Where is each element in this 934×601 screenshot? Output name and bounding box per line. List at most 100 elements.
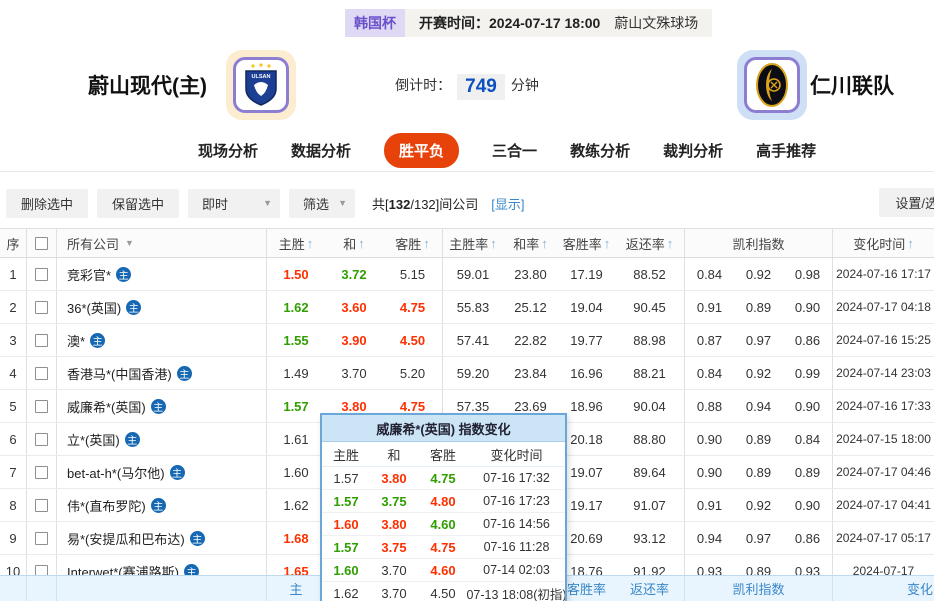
chevron-down-icon: ▼ <box>263 198 272 208</box>
home-team-marker-icon: 主 <box>116 267 131 282</box>
countdown-unit: 分钟 <box>511 77 539 93</box>
sort-asc-icon: ↑ <box>541 236 548 251</box>
popup-history-row: 1.623.704.50 07-13 18:08(初指) <box>322 582 565 601</box>
tab-item[interactable]: 裁判分析 <box>663 140 723 161</box>
row-checkbox[interactable] <box>35 433 48 446</box>
chevron-down-icon: ▼ <box>338 198 347 208</box>
incheon-crest-icon <box>755 63 789 107</box>
row-checkbox[interactable] <box>35 367 48 380</box>
kelly-values: 0.940.970.86 <box>685 522 833 554</box>
company-cell[interactable]: 36*(英国)主 <box>57 291 267 323</box>
footer-change-label[interactable]: 变化 <box>833 576 934 601</box>
table-row[interactable]: 3 澳*主 1.55 3.90 4.50 57.41 22.82 19.77 8… <box>0 324 934 357</box>
col-select-all <box>27 229 57 257</box>
away-team-logo <box>737 50 807 120</box>
venue-name: 蔚山文殊球场 <box>614 13 698 33</box>
home-team-marker-icon: 主 <box>151 399 166 414</box>
sort-asc-icon: ↑ <box>490 236 497 251</box>
league-badge[interactable]: 韩国杯 <box>345 9 405 37</box>
col-change-time[interactable]: 变化时间↑ <box>833 229 934 257</box>
popup-history-row: 1.603.804.60 07-16 14:56 <box>322 513 565 536</box>
tab-item[interactable]: 高手推荐 <box>756 140 816 161</box>
home-team-marker-icon: 主 <box>90 333 105 348</box>
tab-item[interactable]: 现场分析 <box>198 140 258 161</box>
table-toolbar: 删除选中 保留选中 即时 ▼ 筛选 ▼ 共[132/132]间公司 [显示] 设… <box>0 188 934 218</box>
company-cell[interactable]: 立*(英国)主 <box>57 423 267 455</box>
row-checkbox[interactable] <box>35 301 48 314</box>
odds-comparison-page: 韩国杯 开赛时间：2024-07-17 18:00 蔚山文殊球场 蔚山现代(主)… <box>0 0 934 601</box>
row-checkbox[interactable] <box>35 466 48 479</box>
row-checkbox[interactable] <box>35 334 48 347</box>
kelly-values: 0.840.920.99 <box>685 357 833 389</box>
home-team-marker-icon: 主 <box>177 366 192 381</box>
popup-history-row: 1.573.754.80 07-16 17:23 <box>322 490 565 513</box>
analysis-tab-bar: 现场分析 数据分析 胜平负 三合一 教练分析 裁判分析 高手推荐 <box>0 130 934 172</box>
odds-table-header: 序 所有公司▼ 主胜↑ 和↑ 客胜↑ 主胜率↑ 和率↑ 客胜率↑ 返还率↑ 凯利… <box>0 228 934 258</box>
col-draw-rate[interactable]: 和率↑ <box>503 229 558 257</box>
tab-active[interactable]: 胜平负 <box>384 133 459 168</box>
kelly-values: 0.840.920.98 <box>685 258 833 290</box>
company-cell[interactable]: 伟*(直布罗陀)主 <box>57 489 267 521</box>
row-checkbox[interactable] <box>35 400 48 413</box>
col-home-odds[interactable]: 主胜↑ <box>267 229 325 257</box>
home-team-marker-icon: 主 <box>170 465 185 480</box>
show-link[interactable]: [显示] <box>491 194 524 213</box>
company-cell[interactable]: 易*(安提瓜和巴布达)主 <box>57 522 267 554</box>
kelly-values: 0.900.890.84 <box>685 423 833 455</box>
table-row[interactable]: 2 36*(英国)主 1.62 3.60 4.75 55.83 25.12 19… <box>0 291 934 324</box>
filter-dropdown[interactable]: 筛选 ▼ <box>289 189 355 218</box>
col-company[interactable]: 所有公司▼ <box>57 229 267 257</box>
row-checkbox[interactable] <box>35 268 48 281</box>
col-draw-odds[interactable]: 和↑ <box>325 229 383 257</box>
company-cell[interactable]: 香港马*(中国香港)主 <box>57 357 267 389</box>
home-team-marker-icon: 主 <box>126 300 141 315</box>
company-cell[interactable]: bet-at-h*(马尔他)主 <box>57 456 267 488</box>
tab-item[interactable]: 教练分析 <box>570 140 630 161</box>
kelly-values: 0.910.920.90 <box>685 489 833 521</box>
home-team-marker-icon: 主 <box>125 432 140 447</box>
settings-select-button[interactable]: 设置/选 <box>879 188 934 217</box>
col-away-rate[interactable]: 客胜率↑ <box>558 229 615 257</box>
col-away-odds[interactable]: 客胜↑ <box>383 229 443 257</box>
away-team-name: 仁川联队 <box>810 70 894 100</box>
table-row[interactable]: 1 竞彩官*主 1.50 3.72 5.15 59.01 23.80 17.19… <box>0 258 934 291</box>
footer-kelly-label[interactable]: 凯利指数 <box>685 576 833 601</box>
popup-history-row: 1.603.704.60 07-14 02:03 <box>322 559 565 582</box>
countdown-label: 倒计时： <box>395 77 451 93</box>
sort-asc-icon: ↑ <box>423 236 430 251</box>
row-checkbox[interactable] <box>35 532 48 545</box>
footer-home-label[interactable]: 主 <box>267 576 325 601</box>
sort-asc-icon: ↑ <box>358 236 365 251</box>
sort-asc-icon: ↑ <box>307 236 314 251</box>
sort-asc-icon: ↑ <box>907 236 914 251</box>
kelly-values: 0.900.890.89 <box>685 456 833 488</box>
tab-item[interactable]: 三合一 <box>492 140 537 161</box>
odds-mode-select[interactable]: 即时 ▼ <box>188 189 280 218</box>
odds-mode-value: 即时 <box>202 194 228 213</box>
kelly-values: 0.910.890.90 <box>685 291 833 323</box>
filter-label: 筛选 <box>303 194 329 213</box>
company-cell[interactable]: 竞彩官*主 <box>57 258 267 290</box>
col-seq: 序 <box>0 229 27 257</box>
col-return-rate[interactable]: 返还率↑ <box>615 229 685 257</box>
company-count-shown: 132 <box>389 197 411 212</box>
kelly-values: 0.870.970.86 <box>685 324 833 356</box>
row-checkbox[interactable] <box>35 499 48 512</box>
company-cell[interactable]: 澳*主 <box>57 324 267 356</box>
kelly-values: 0.880.940.90 <box>685 390 833 422</box>
kickoff-time: 开赛时间：2024-07-17 18:00 <box>419 13 600 33</box>
footer-return-rate-label[interactable]: 返还率 <box>615 576 685 601</box>
sort-asc-icon: ↑ <box>604 236 611 251</box>
col-home-rate[interactable]: 主胜率↑ <box>443 229 503 257</box>
col-kelly: 凯利指数 <box>685 229 833 257</box>
match-info-bar: 韩国杯 开赛时间：2024-07-17 18:00 蔚山文殊球场 <box>345 9 712 37</box>
company-cell[interactable]: 威廉希*(英国)主 <box>57 390 267 422</box>
tab-item[interactable]: 数据分析 <box>291 140 351 161</box>
select-all-checkbox[interactable] <box>35 237 48 250</box>
table-row[interactable]: 4 香港马*(中国香港)主 1.49 3.70 5.20 59.20 23.84… <box>0 357 934 390</box>
home-team-marker-icon: 主 <box>190 531 205 546</box>
delete-selected-button[interactable]: 删除选中 <box>6 189 88 218</box>
keep-selected-button[interactable]: 保留选中 <box>97 189 179 218</box>
chevron-down-icon: ▼ <box>125 238 134 248</box>
sort-asc-icon: ↑ <box>667 236 674 251</box>
